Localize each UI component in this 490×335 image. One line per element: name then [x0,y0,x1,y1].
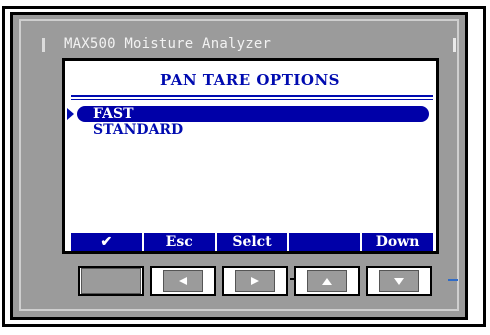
option-list: FAST STANDARD [67,106,429,138]
down-arrow-icon [379,270,419,292]
left-arrow-icon [163,270,203,292]
blank-key-face [81,268,141,294]
screen-header: PAN TARE OPTIONS [71,67,429,95]
hw-button-1[interactable] [78,266,144,296]
page-title: PAN TARE OPTIONS [160,71,340,89]
title-bar-left-mark [42,38,45,52]
title-bar: MAX500 Moisture Analyzer [36,36,468,54]
softkey-empty[interactable] [287,233,360,251]
softkey-bar: ✔ Esc Selct Down [71,233,433,251]
header-divider [71,95,433,97]
hw-button-right[interactable] [222,266,288,296]
softkey-confirm[interactable]: ✔ [71,233,142,251]
lcd-screen: PAN TARE OPTIONS FAST STANDARD ✔ Esc Sel… [62,58,439,254]
hardware-button-row [78,266,438,296]
window-title: MAX500 Moisture Analyzer [64,36,272,52]
hw-button-down[interactable] [366,266,432,296]
up-arrow-icon [307,270,347,292]
hw-button-up[interactable] [290,266,360,296]
header-divider-thin [71,99,433,100]
softkey-esc[interactable]: Esc [141,233,215,251]
option-label: STANDARD [93,122,184,138]
indicator-dash [448,279,458,281]
right-arrow-icon [235,270,275,292]
title-bar-right-mark [453,38,456,52]
softkey-select[interactable]: Selct [214,233,288,251]
option-fast[interactable]: FAST [67,106,429,122]
softkey-down[interactable]: Down [360,233,433,251]
option-label: FAST [93,106,134,122]
hw-button-left[interactable] [150,266,216,296]
option-standard[interactable]: STANDARD [77,122,429,138]
selection-arrow-icon [67,108,74,120]
button-mark [290,278,294,280]
